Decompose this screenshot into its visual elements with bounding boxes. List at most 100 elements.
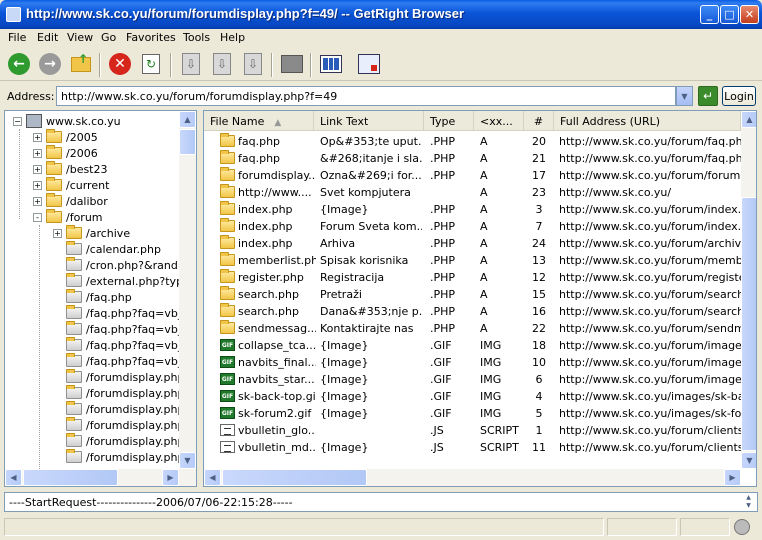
tree-item[interactable]: + /2005 — [33, 129, 98, 145]
list-row[interactable]: index.php {Image} .PHP A 3 http://www.sk.co.y… — [204, 201, 741, 218]
list-row[interactable]: vbulletin_glo... .JS SCRIPT 1 http://www.sk.… — [204, 422, 741, 439]
tree-child-item[interactable]: /faq.php?faq=vb_ — [66, 305, 183, 321]
minimize-button[interactable]: _ — [700, 5, 719, 24]
collapse-toggle[interactable]: − — [13, 116, 22, 126]
collapse-toggle[interactable]: - — [33, 212, 42, 222]
scroll-thumb[interactable] — [222, 469, 367, 486]
tree-vertical-scrollbar[interactable]: ▲ ▼ — [179, 111, 196, 469]
close-button[interactable]: ✕ — [740, 5, 759, 24]
download-all-button[interactable]: ⇩ — [209, 51, 235, 77]
scroll-down-button[interactable]: ▼ — [741, 452, 756, 469]
login-button[interactable]: Login — [722, 86, 756, 106]
column-header-link-text[interactable]: Link Text — [314, 111, 424, 131]
list-row[interactable]: faq.php Op&#353;te uput... .PHP A 20 http://w… — [204, 133, 741, 150]
column-header-number[interactable]: # — [524, 111, 554, 131]
properties-button[interactable] — [279, 51, 305, 77]
tree-horizontal-scrollbar[interactable]: ◀ ▶ — [5, 469, 196, 486]
list-row[interactable]: GIF sk-forum2.gif {Image} .GIF IMG 5 http://ww… — [204, 405, 741, 422]
tree-child-item[interactable]: /forumdisplay.php? — [66, 385, 190, 401]
list-row[interactable]: GIF sk-back-top.gif {Image} .GIF IMG 4 http://… — [204, 388, 741, 405]
request-log[interactable]: ----StartRequest---------------2006/07/0… — [4, 492, 758, 512]
tree-child-item[interactable]: /faq.php?faq=vb_ — [66, 321, 183, 337]
menu-tools[interactable]: Tools — [183, 31, 210, 44]
list-row[interactable]: index.php Forum Sveta kom... .PHP A 7 http://… — [204, 218, 741, 235]
scroll-thumb[interactable] — [741, 197, 756, 451]
list-row[interactable]: register.php Registracija .PHP A 12 http://ww… — [204, 269, 741, 286]
tree-item[interactable]: + /2006 — [33, 145, 98, 161]
site-tree[interactable]: − www.sk.co.yu + /2005 + /2006 + /best23… — [4, 110, 197, 487]
options-button[interactable] — [356, 51, 382, 77]
expand-toggle[interactable]: + — [33, 180, 42, 190]
column-header-file-name[interactable]: File Name ▲ — [204, 111, 314, 131]
scroll-thumb[interactable] — [179, 129, 196, 155]
back-button[interactable]: ← — [6, 51, 32, 77]
up-folder-button[interactable]: ↑ — [68, 51, 94, 77]
list-row[interactable]: index.php Arhiva .PHP A 24 http://www.sk.co.y… — [204, 235, 741, 252]
menu-favorites[interactable]: Favorites — [126, 31, 176, 44]
list-row[interactable]: GIF navbits_star... {Image} .GIF IMG 6 http://… — [204, 371, 741, 388]
maximize-button[interactable]: □ — [720, 5, 739, 24]
download-selected-button[interactable]: ⇩ — [240, 51, 266, 77]
expand-toggle[interactable]: + — [33, 196, 42, 206]
expand-toggle[interactable]: + — [33, 164, 42, 174]
column-header-full-address[interactable]: Full Address (URL) — [554, 111, 741, 131]
column-header-type[interactable]: Type — [424, 111, 474, 131]
list-row[interactable]: GIF collapse_tca... {Image} .GIF IMG 18 http:/… — [204, 337, 741, 354]
address-input[interactable] — [56, 86, 676, 106]
list-horizontal-scrollbar[interactable]: ◀ ▶ — [204, 469, 741, 486]
tree-child-item[interactable]: /forumdisplay.php? — [66, 433, 190, 449]
tree-child-item[interactable]: /faq.php?faq=vb_ — [66, 353, 183, 369]
stop-button[interactable]: ✕ — [107, 51, 133, 77]
title-bar[interactable]: http://www.sk.co.yu/forum/forumdisplay.p… — [0, 0, 762, 29]
list-row[interactable]: memberlist.php Spisak korisnika .PHP A 13 htt… — [204, 252, 741, 269]
list-vertical-scrollbar[interactable]: ▲ ▼ — [741, 111, 756, 469]
column-header-tag[interactable]: <xx... — [474, 111, 524, 131]
address-dropdown-button[interactable]: ▼ — [676, 86, 693, 106]
download-button[interactable]: ⇩ — [178, 51, 204, 77]
tree-root[interactable]: − www.sk.co.yu — [13, 113, 121, 129]
expand-toggle[interactable]: + — [33, 132, 42, 142]
tree-child-item[interactable]: /cron.php?&rand= — [66, 257, 187, 273]
scroll-down-button[interactable]: ▼ — [179, 452, 196, 469]
refresh-button[interactable]: ↻ — [138, 51, 164, 77]
list-row[interactable]: vbulletin_md... {Image} .JS SCRIPT 11 http://… — [204, 439, 741, 456]
list-row[interactable]: GIF navbits_final... {Image} .GIF IMG 10 http:… — [204, 354, 741, 371]
scroll-up-button[interactable]: ▲ — [741, 111, 756, 128]
menu-file[interactable]: File — [8, 31, 26, 44]
tree-child-item[interactable]: /forumdisplay.php? — [66, 417, 190, 433]
tree-child-item[interactable]: /external.php?type — [66, 273, 190, 289]
menu-view[interactable]: View — [67, 31, 93, 44]
forward-button[interactable]: → — [37, 51, 63, 77]
scroll-left-button[interactable]: ◀ — [5, 469, 22, 486]
log-spinner[interactable]: ▲ ▼ — [742, 494, 755, 510]
expand-toggle[interactable]: + — [53, 228, 62, 238]
go-button[interactable]: ↵ — [698, 86, 718, 106]
tree-item[interactable]: - /forum — [33, 209, 103, 225]
scroll-right-button[interactable]: ▶ — [162, 469, 179, 486]
tree-child-item[interactable]: /faq.php?faq=vb_ — [66, 337, 183, 353]
tree-child-item[interactable]: + /archive — [53, 225, 130, 241]
tree-child-item[interactable]: /calendar.php — [66, 241, 161, 257]
tree-child-item[interactable]: /faq.php — [66, 289, 132, 305]
tree-item[interactable]: + /current — [33, 177, 109, 193]
tree-child-item[interactable]: /forumdisplay.php? — [66, 449, 190, 465]
scroll-thumb[interactable] — [23, 469, 118, 486]
list-row[interactable]: faq.php &#268;itanje i sla... .PHP A 21 http:… — [204, 150, 741, 167]
list-row[interactable]: search.php Pretraži .PHP A 15 http://www.sk.c… — [204, 286, 741, 303]
list-row[interactable]: search.php Dana&#353;nje p... .PHP A 16 http:… — [204, 303, 741, 320]
scroll-up-button[interactable]: ▲ — [179, 111, 196, 128]
menu-help[interactable]: Help — [220, 31, 245, 44]
menu-go[interactable]: Go — [101, 31, 116, 44]
tree-item[interactable]: + /dalibor — [33, 193, 108, 209]
expand-toggle[interactable]: + — [33, 148, 42, 158]
tree-child-item[interactable]: /forumdisplay.php? — [66, 369, 190, 385]
list-row[interactable]: sendmessag... Kontaktirajte nas .PHP A 22 htt… — [204, 320, 741, 337]
menu-edit[interactable]: Edit — [37, 31, 58, 44]
link-list[interactable]: File Name ▲ Link Text Type <xx... # Full … — [203, 110, 757, 487]
tree-item[interactable]: + /best23 — [33, 161, 108, 177]
list-row[interactable]: http://www.... Svet kompjutera A 23 http://w… — [204, 184, 741, 201]
tree-child-item[interactable]: /forumdisplay.php? — [66, 401, 190, 417]
view-button[interactable] — [318, 51, 344, 77]
list-row[interactable]: forumdisplay.... Ozna&#269;i for... .PHP A 1… — [204, 167, 741, 184]
scroll-right-button[interactable]: ▶ — [724, 469, 741, 486]
